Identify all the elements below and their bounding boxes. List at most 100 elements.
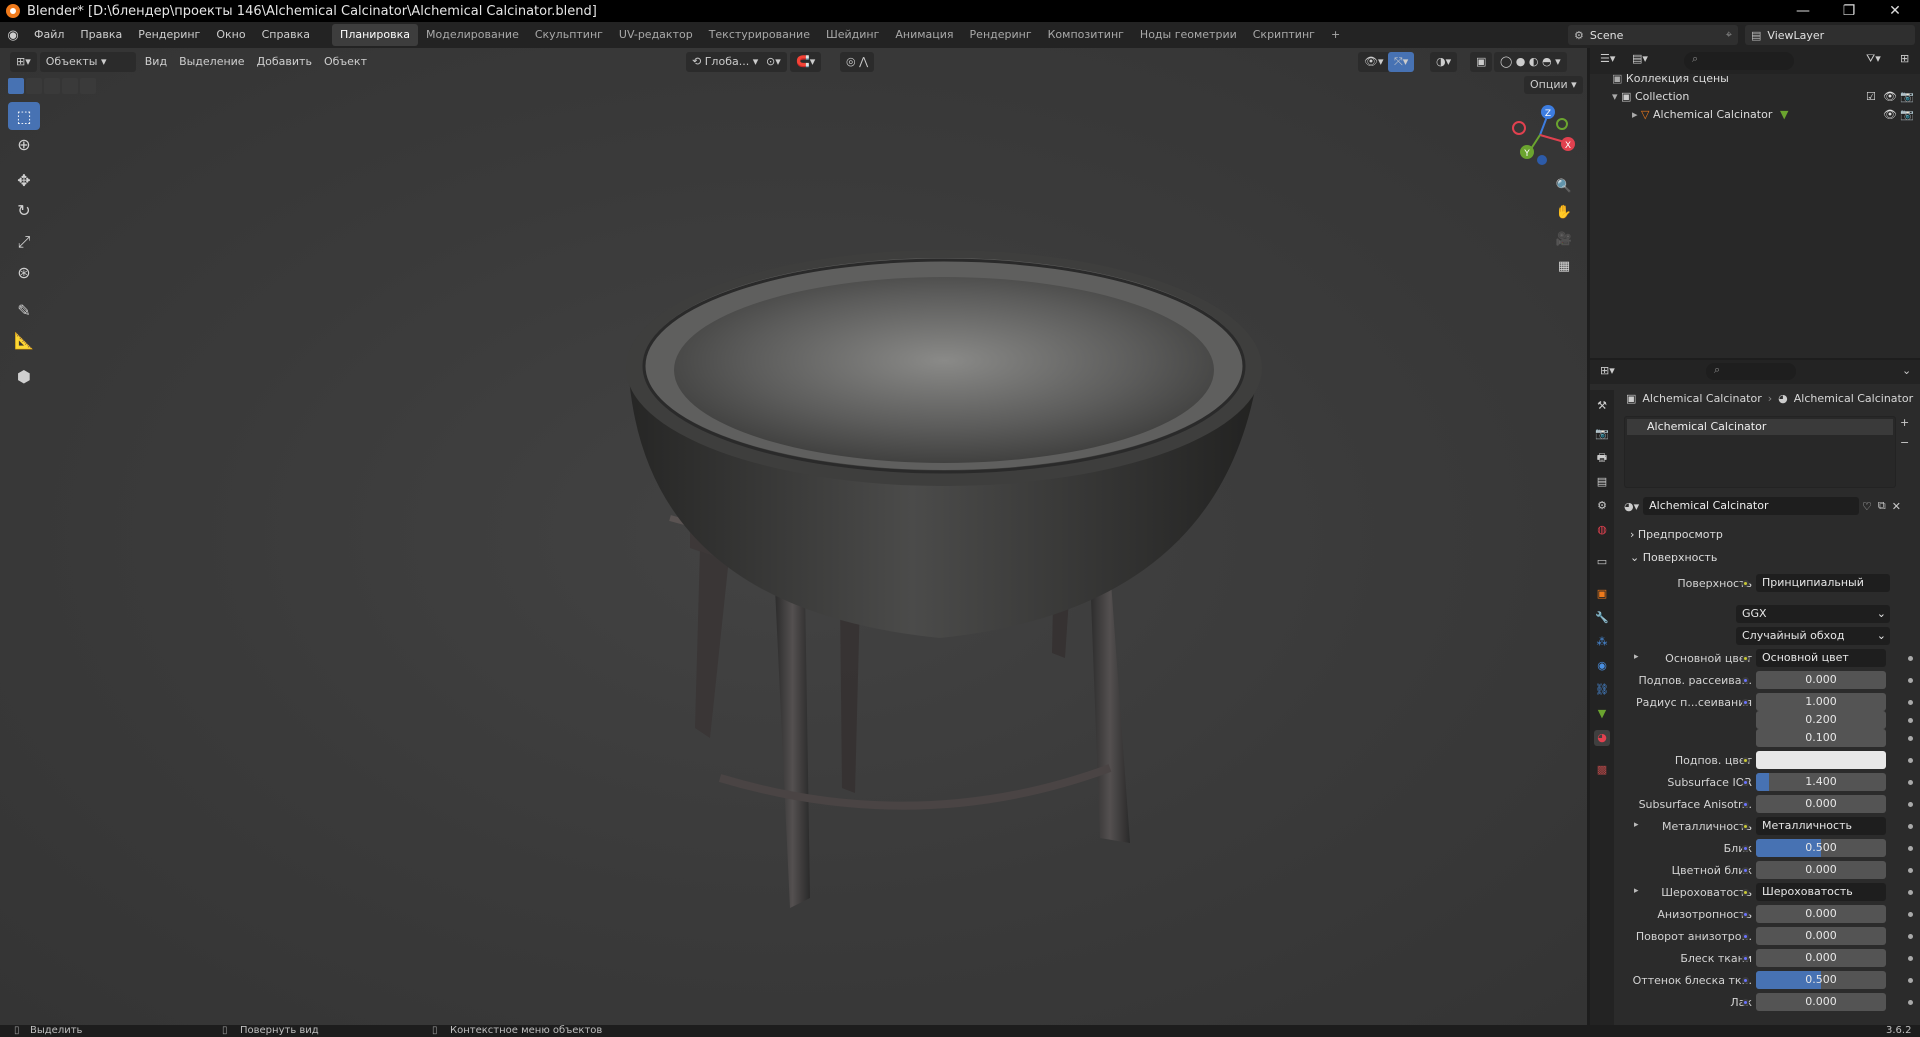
keyframe-dot-icon[interactable]: [1908, 978, 1913, 983]
menu-select[interactable]: Выделение: [173, 52, 251, 72]
select-extend-icon[interactable]: [26, 78, 42, 94]
outliner-search-input[interactable]: ⌕: [1684, 52, 1794, 70]
keyframe-dot-icon[interactable]: [1908, 890, 1913, 895]
keyframe-dot-icon[interactable]: [1908, 700, 1913, 705]
tab-shading[interactable]: Шейдинг: [818, 24, 887, 46]
value-slider[interactable]: 0.000: [1756, 993, 1886, 1011]
select-subtract-icon[interactable]: [44, 78, 60, 94]
select-invert-icon[interactable]: [62, 78, 78, 94]
keyframe-dot-icon[interactable]: [1908, 824, 1913, 829]
keyframe-dot-icon[interactable]: [1908, 718, 1913, 723]
scene-tab-icon[interactable]: ⚙: [1594, 498, 1610, 514]
preview-panel-header[interactable]: › Предпросмотр: [1630, 528, 1723, 541]
xray-icon[interactable]: ▣: [1470, 52, 1493, 72]
subsurface-method-dropdown[interactable]: Случайный обход ⌄: [1736, 627, 1890, 645]
overlay-icon[interactable]: ◑▾: [1430, 52, 1458, 72]
keyframe-dot-icon[interactable]: [1908, 656, 1913, 661]
tab-compositing[interactable]: Композитинг: [1040, 24, 1132, 46]
checkbox-icon[interactable]: ☑: [1866, 88, 1876, 106]
view-layer-tab-icon[interactable]: ▤: [1594, 474, 1610, 490]
view-layer-selector[interactable]: ▤ ViewLayer: [1745, 25, 1915, 45]
select-new-icon[interactable]: [8, 78, 24, 94]
linked-input-field[interactable]: Основной цвет: [1756, 649, 1886, 667]
add-cube-icon[interactable]: ⬢: [8, 362, 40, 390]
value-slider[interactable]: 0.200: [1756, 711, 1886, 729]
value-slider[interactable]: 0.000: [1756, 671, 1886, 689]
collection-tab-icon[interactable]: ▭: [1594, 554, 1610, 570]
value-slider[interactable]: 0.500: [1756, 839, 1886, 857]
chevron-down-icon[interactable]: ⌄: [1902, 364, 1911, 377]
add-workspace-button[interactable]: +: [1323, 24, 1348, 46]
socket-dot[interactable]: [1742, 845, 1749, 852]
value-slider[interactable]: 0.000: [1756, 795, 1886, 813]
fake-user-icon[interactable]: ♡: [1862, 500, 1872, 513]
tab-scripting[interactable]: Скриптинг: [1245, 24, 1323, 46]
keyframe-dot-icon[interactable]: [1908, 868, 1913, 873]
eye-icon[interactable]: 👁: [1883, 88, 1897, 106]
cursor-icon[interactable]: ⊕: [8, 130, 40, 158]
minimize-button[interactable]: —: [1780, 0, 1826, 22]
snap-icon[interactable]: 🧲▾: [790, 52, 822, 72]
menu-file[interactable]: Файл: [26, 22, 72, 48]
rotate-icon[interactable]: ↻: [8, 196, 40, 224]
duplicate-icon[interactable]: ⧉: [1878, 499, 1886, 513]
socket-dot[interactable]: [1742, 911, 1749, 918]
remove-slot-button[interactable]: −: [1900, 436, 1909, 449]
socket-dot[interactable]: [1742, 655, 1749, 662]
socket-dot[interactable]: [1742, 779, 1749, 786]
expand-arrow-icon[interactable]: ▸: [1634, 886, 1639, 896]
render-tab-icon[interactable]: 📷: [1594, 426, 1610, 442]
keyframe-dot-icon[interactable]: [1908, 956, 1913, 961]
keyframe-dot-icon[interactable]: [1908, 934, 1913, 939]
socket-dot[interactable]: [1742, 977, 1749, 984]
new-collection-icon[interactable]: ⊞: [1900, 52, 1909, 65]
tab-modeling[interactable]: Моделирование: [418, 24, 527, 46]
expand-arrow-icon[interactable]: ▸: [1632, 108, 1638, 121]
output-tab-icon[interactable]: 🖶: [1594, 450, 1610, 466]
socket-dot[interactable]: [1742, 867, 1749, 874]
socket-dot[interactable]: [1742, 823, 1749, 830]
navigation-gizmo[interactable]: Z X Y: [1505, 100, 1575, 170]
tab-layout[interactable]: Планировка: [332, 24, 419, 46]
properties-editor-icon[interactable]: ⊞▾: [1600, 364, 1615, 377]
transform-icon[interactable]: ⊛: [8, 258, 40, 286]
outliner-editor-icon[interactable]: ☰▾: [1600, 52, 1615, 65]
keyframe-dot-icon[interactable]: [1908, 1000, 1913, 1005]
modifier-tab-icon[interactable]: 🔧: [1594, 610, 1610, 626]
restore-button[interactable]: ❐: [1826, 0, 1872, 22]
socket-dot[interactable]: [1742, 999, 1749, 1006]
transform-orientation[interactable]: ⟲ Глоба... ▾: [686, 52, 765, 72]
socket-dot[interactable]: [1742, 955, 1749, 962]
constraints-tab-icon[interactable]: ⛓: [1594, 682, 1610, 698]
world-tab-icon[interactable]: ◍: [1594, 522, 1610, 538]
select-intersect-icon[interactable]: [80, 78, 96, 94]
value-slider[interactable]: 0.000: [1756, 905, 1886, 923]
surface-panel-header[interactable]: ⌄ Поверхность: [1630, 551, 1717, 564]
pin-icon[interactable]: ⌖: [1726, 28, 1732, 42]
value-slider[interactable]: 0.100: [1756, 729, 1886, 747]
annotate-icon[interactable]: ✎: [8, 296, 40, 324]
options-dropdown[interactable]: Опции ▾: [1524, 76, 1583, 94]
tab-texture-paint[interactable]: Текстурирование: [701, 24, 818, 46]
display-mode-icon[interactable]: ▤▾: [1632, 52, 1648, 65]
tab-rendering[interactable]: Рендеринг: [962, 24, 1040, 46]
object-tab-icon[interactable]: ▣: [1594, 586, 1610, 602]
visibility-icon[interactable]: 👁▾: [1358, 52, 1390, 72]
menu-edit[interactable]: Правка: [72, 22, 130, 48]
socket-dot[interactable]: [1742, 757, 1749, 764]
menu-render[interactable]: Рендеринг: [130, 22, 208, 48]
socket-dot[interactable]: [1742, 699, 1749, 706]
scene-selector[interactable]: ⚙ Scene ⌖: [1568, 25, 1738, 45]
socket-dot[interactable]: [1742, 677, 1749, 684]
material-tab-icon[interactable]: ◕: [1594, 730, 1610, 746]
material-datablock[interactable]: ◕▾ Alchemical Calcinator ♡ ⧉ ✕: [1624, 496, 1904, 516]
tool-tab-icon[interactable]: ⚒: [1594, 398, 1610, 414]
pivot-icon[interactable]: ⊙▾: [760, 52, 787, 72]
linked-input-field[interactable]: Металличность: [1756, 817, 1886, 835]
pan-hand-icon[interactable]: ✋: [1553, 201, 1575, 223]
keyframe-dot-icon[interactable]: [1908, 758, 1913, 763]
physics-tab-icon[interactable]: ◉: [1594, 658, 1610, 674]
keyframe-dot-icon[interactable]: [1908, 912, 1913, 917]
menu-add[interactable]: Добавить: [251, 52, 318, 72]
surface-shader-field[interactable]: Принципиальный BSDF: [1756, 574, 1890, 592]
